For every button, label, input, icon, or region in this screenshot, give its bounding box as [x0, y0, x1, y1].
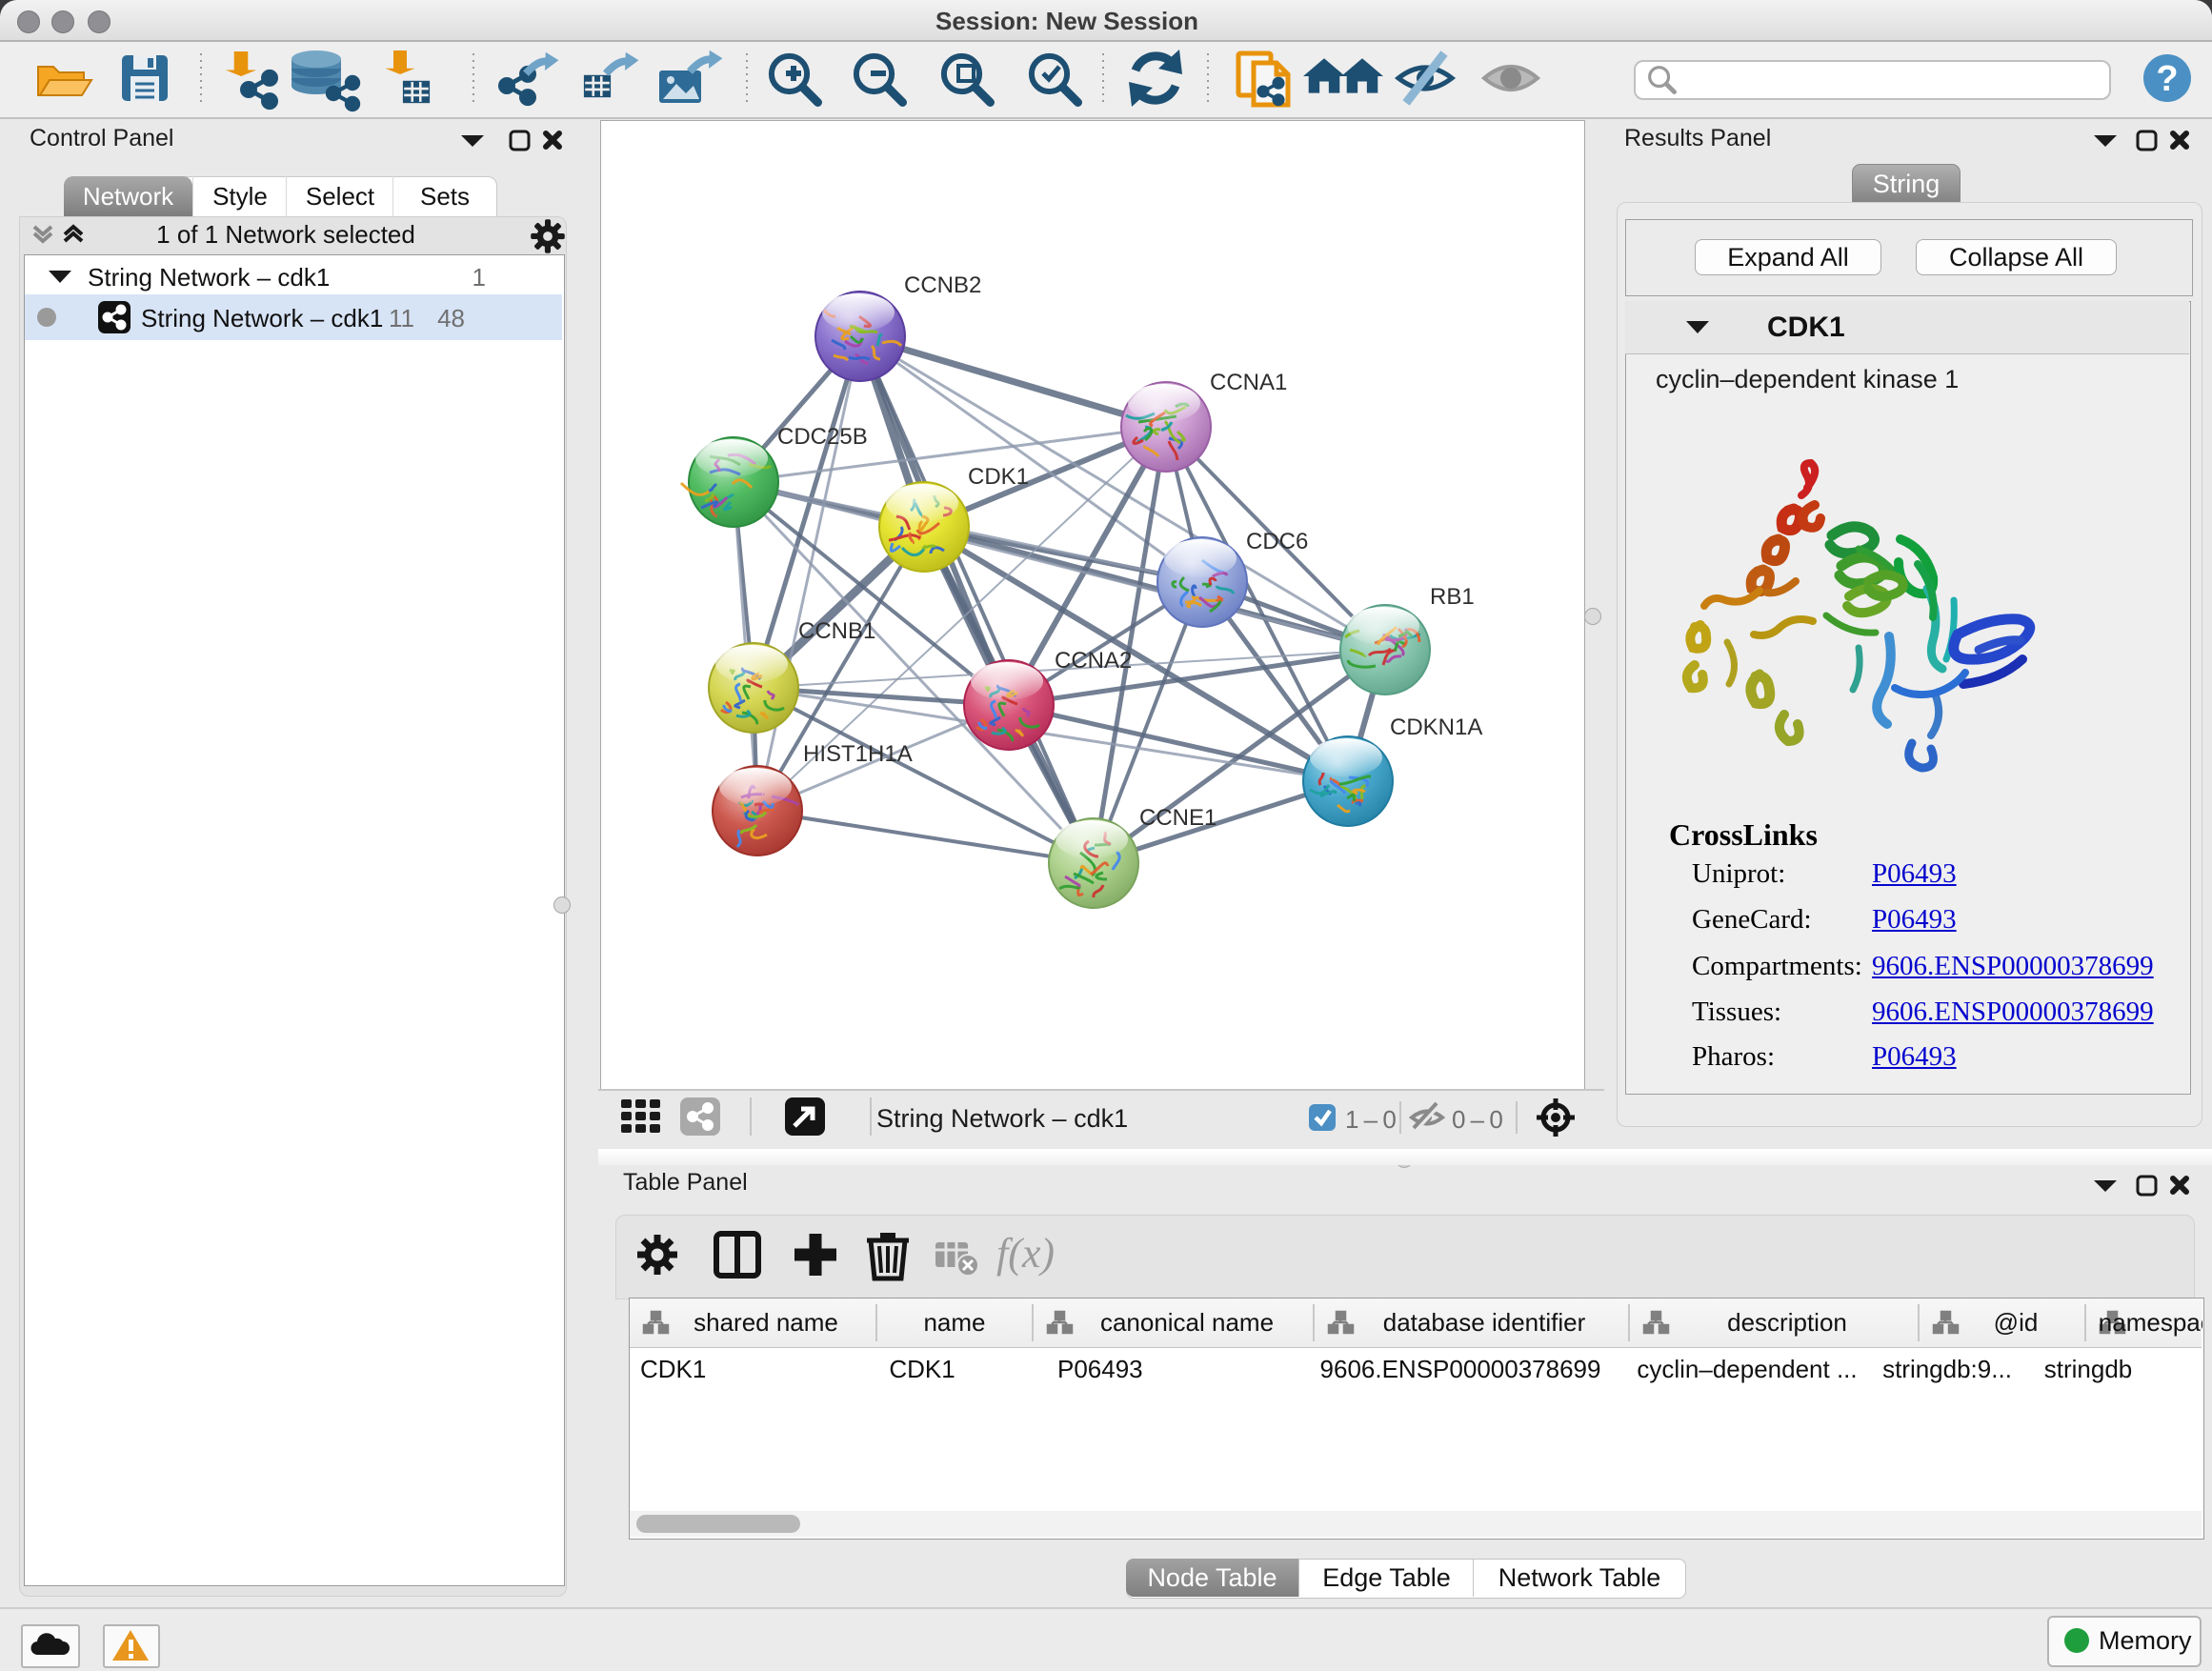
svg-text:?: ? — [2156, 59, 2178, 99]
svg-text:database identifier: database identifier — [1383, 1308, 1586, 1337]
svg-text:CCNB1: CCNB1 — [798, 618, 875, 644]
svg-text:CDC25B: CDC25B — [777, 424, 868, 450]
svg-text:HIST1H1A: HIST1H1A — [803, 741, 913, 767]
svg-text:namespace: namespace — [2099, 1308, 2202, 1337]
svg-text:CCNA1: CCNA1 — [1210, 370, 1287, 395]
svg-text:shared name: shared name — [694, 1308, 838, 1337]
svg-text:CCNB2: CCNB2 — [904, 272, 981, 298]
svg-text:CCNA2: CCNA2 — [1055, 648, 1132, 674]
svg-text:CDK1: CDK1 — [968, 464, 1029, 490]
svg-text:name: name — [923, 1308, 985, 1337]
svg-text:CDC6: CDC6 — [1246, 529, 1308, 554]
svg-text:description: description — [1727, 1308, 1847, 1337]
svg-text:CCNE1: CCNE1 — [1139, 805, 1217, 831]
svg-text:@id: @id — [1994, 1308, 2039, 1337]
svg-text:RB1: RB1 — [1430, 584, 1475, 610]
svg-text:canonical name: canonical name — [1100, 1308, 1274, 1337]
svg-text:CDKN1A: CDKN1A — [1390, 715, 1482, 740]
